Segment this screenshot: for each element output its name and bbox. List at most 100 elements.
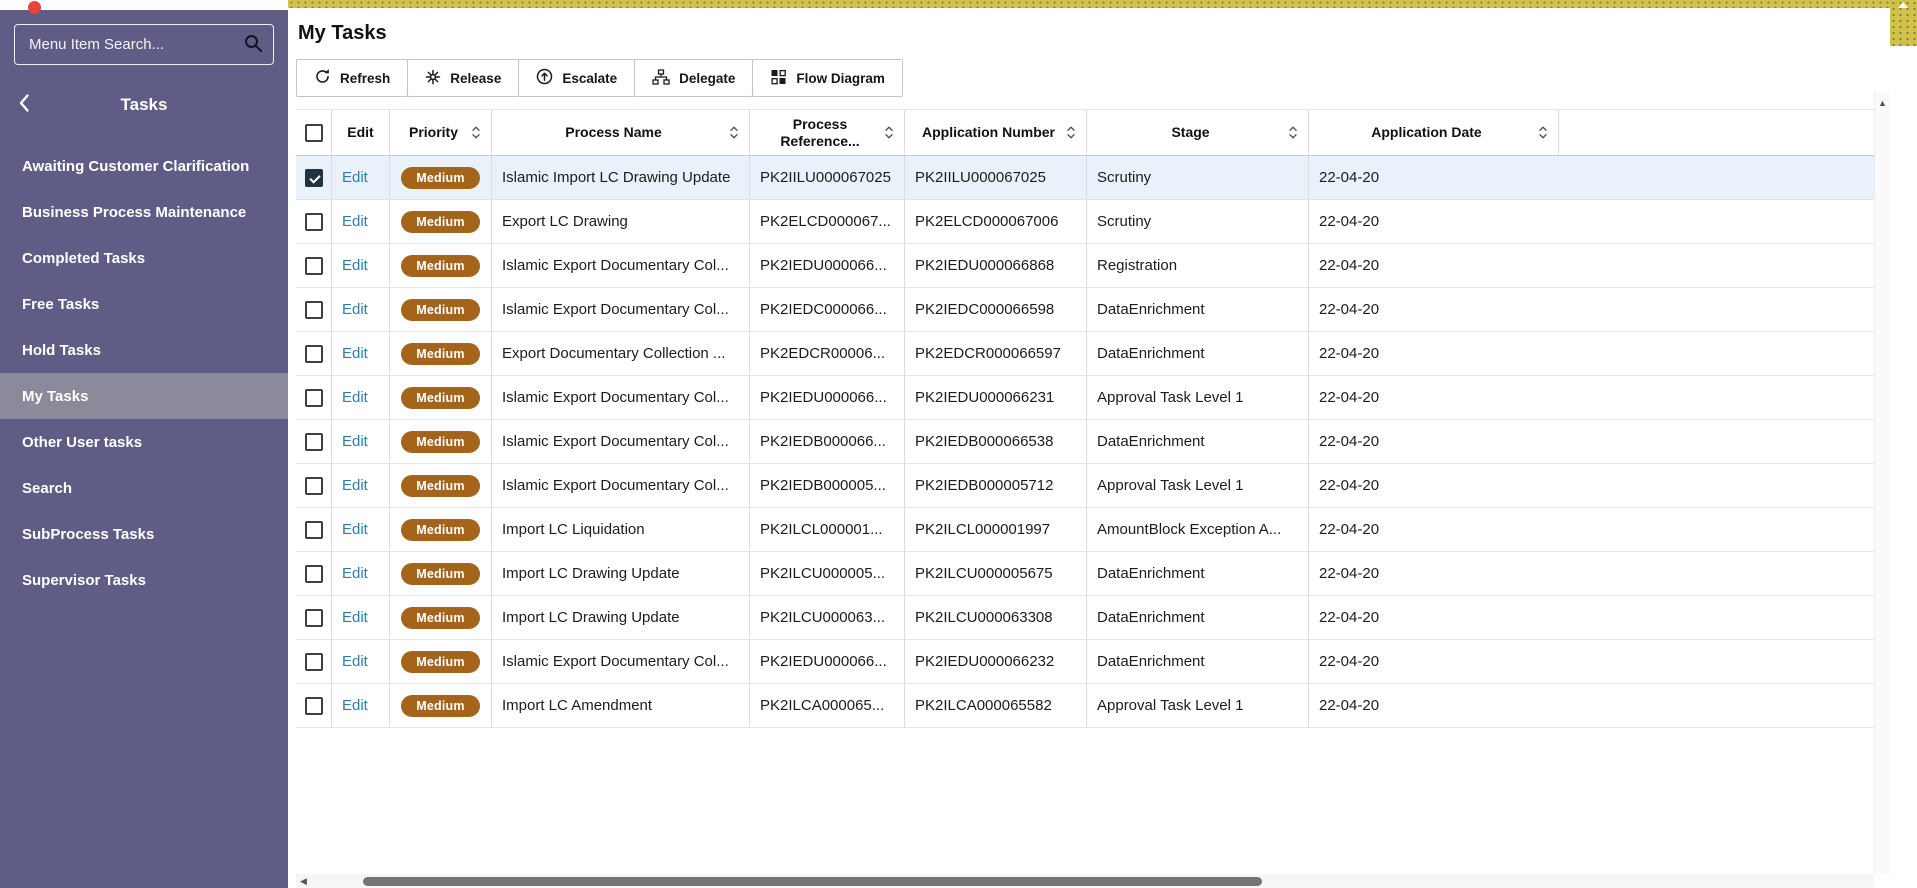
priority-column-header: Priority <box>390 110 492 155</box>
sidebar-item-subprocess-tasks[interactable]: SubProcess Tasks <box>0 511 288 557</box>
row-checkbox[interactable] <box>304 608 323 627</box>
sort-icon[interactable] <box>725 125 739 140</box>
scroll-up-arrow-icon[interactable]: ▲ <box>1875 92 1890 108</box>
row-checkbox[interactable] <box>304 212 323 231</box>
process-name-cell: Islamic Export Documentary Col... <box>492 244 750 287</box>
edit-link[interactable]: Edit <box>342 389 368 406</box>
edit-link[interactable]: Edit <box>342 521 368 538</box>
sidebar-item-my-tasks[interactable]: My Tasks <box>0 373 288 419</box>
escalate-button[interactable]: Escalate <box>518 59 636 97</box>
sidebar-item-search[interactable]: Search <box>0 465 288 511</box>
edit-link[interactable]: Edit <box>342 345 368 362</box>
refresh-button[interactable]: Refresh <box>296 59 409 97</box>
horizontal-scrollbar[interactable]: ◀ <box>296 874 1874 888</box>
row-filler <box>1559 420 1890 463</box>
priority-cell: Medium <box>390 332 492 375</box>
row-checkbox[interactable] <box>304 476 323 495</box>
chevron-left-icon <box>18 93 30 116</box>
flow-diagram-button[interactable]: Flow Diagram <box>752 59 903 97</box>
application-number-cell: PK2ILCU000005675 <box>905 552 1087 595</box>
sort-icon[interactable] <box>1534 125 1548 140</box>
edit-link[interactable]: Edit <box>342 565 368 582</box>
edit-link[interactable]: Edit <box>342 433 368 450</box>
scroll-top-caret-icon <box>1898 2 1908 8</box>
table-row: Edit Medium Import LC Liquidation PK2ILC… <box>296 508 1890 552</box>
sidebar-item-other-user-tasks[interactable]: Other User tasks <box>0 419 288 465</box>
application-number-cell: PK2ILCU000063308 <box>905 596 1087 639</box>
priority-cell: Medium <box>390 244 492 287</box>
row-checkbox[interactable] <box>304 256 323 275</box>
row-checkbox[interactable] <box>304 564 323 583</box>
edit-link[interactable]: Edit <box>342 213 368 230</box>
horizontal-scrollbar-thumb[interactable] <box>362 876 1263 886</box>
sort-icon[interactable] <box>1062 125 1076 140</box>
table-row: Edit Medium Import LC Drawing Update PK2… <box>296 596 1890 640</box>
row-checkbox[interactable] <box>304 300 323 319</box>
row-checkbox[interactable] <box>304 388 323 407</box>
release-button[interactable]: Release <box>407 59 520 97</box>
sidebar-item-awaiting-customer-clarification[interactable]: Awaiting Customer Clarification <box>0 143 288 189</box>
stage-cell: Approval Task Level 1 <box>1087 376 1309 419</box>
edit-link[interactable]: Edit <box>342 609 368 626</box>
row-checkbox[interactable] <box>304 432 323 451</box>
select-all-checkbox[interactable] <box>304 123 323 142</box>
edit-link[interactable]: Edit <box>342 257 368 274</box>
top-decorative-strip <box>288 0 1917 8</box>
edit-link[interactable]: Edit <box>342 653 368 670</box>
edit-link[interactable]: Edit <box>342 697 368 714</box>
process-name-cell: Islamic Export Documentary Col... <box>492 420 750 463</box>
delegate-label: Delegate <box>679 70 736 86</box>
table-row: Edit Medium Import LC Amendment PK2ILCA0… <box>296 684 1890 728</box>
row-filler <box>1559 640 1890 683</box>
row-select-cell <box>296 640 332 683</box>
row-checkbox[interactable] <box>304 696 323 715</box>
stage-cell: AmountBlock Exception A... <box>1087 508 1309 551</box>
priority-badge: Medium <box>401 474 480 497</box>
table-body: Edit Medium Islamic Import LC Drawing Up… <box>296 156 1890 728</box>
sidebar-menu: Awaiting Customer Clarification Business… <box>0 143 288 603</box>
row-checkbox[interactable] <box>304 652 323 671</box>
sort-icon[interactable] <box>1284 125 1298 140</box>
edit-link[interactable]: Edit <box>342 301 368 318</box>
row-checkbox[interactable] <box>304 168 323 187</box>
edit-link[interactable]: Edit <box>342 477 368 494</box>
menu-search-input[interactable] <box>29 36 243 53</box>
search-button[interactable] <box>243 33 263 56</box>
sidebar-item-completed-tasks[interactable]: Completed Tasks <box>0 235 288 281</box>
table-row: Edit Medium Export Documentary Collectio… <box>296 332 1890 376</box>
sidebar-item-label: My Tasks <box>22 387 89 405</box>
process-reference-cell: PK2IEDC000066... <box>750 288 905 331</box>
sort-icon[interactable] <box>467 125 481 140</box>
row-filler <box>1559 464 1890 507</box>
process-name-cell: Import LC Drawing Update <box>492 552 750 595</box>
application-date-cell: 22-04-20 <box>1319 169 1380 186</box>
application-date-cell: 22-04-20 <box>1319 345 1380 362</box>
sidebar-item-business-process-maintenance[interactable]: Business Process Maintenance <box>0 189 288 235</box>
sidebar-item-supervisor-tasks[interactable]: Supervisor Tasks <box>0 557 288 603</box>
process-reference-cell: PK2IEDU000066... <box>750 640 905 683</box>
application-date-cell: 22-04-20 <box>1319 433 1380 450</box>
back-button[interactable] <box>18 93 30 116</box>
vertical-scrollbar[interactable]: ▲ <box>1874 92 1890 874</box>
row-select-cell <box>296 508 332 551</box>
edit-link[interactable]: Edit <box>342 169 368 186</box>
priority-badge: Medium <box>401 562 480 585</box>
sidebar-item-free-tasks[interactable]: Free Tasks <box>0 281 288 327</box>
row-filler <box>1559 376 1890 419</box>
application-date-cell: 22-04-20 <box>1319 389 1380 406</box>
menu-search-box[interactable] <box>14 24 274 65</box>
delegate-button[interactable]: Delegate <box>634 59 754 97</box>
table-row: Edit Medium Export LC Drawing PK2ELCD000… <box>296 200 1890 244</box>
sidebar-item-label: Awaiting Customer Clarification <box>22 157 250 175</box>
scroll-left-arrow-icon[interactable]: ◀ <box>296 876 311 887</box>
process-name-cell: Export LC Drawing <box>492 200 750 243</box>
row-checkbox[interactable] <box>304 520 323 539</box>
main-content: My Tasks Refresh Release Escalate Delega… <box>288 8 1890 888</box>
sidebar: Tasks Awaiting Customer Clarification Bu… <box>0 10 288 888</box>
sidebar-item-hold-tasks[interactable]: Hold Tasks <box>0 327 288 373</box>
application-number-cell: PK2IEDB000005712 <box>905 464 1087 507</box>
sort-icon[interactable] <box>880 125 894 140</box>
row-checkbox[interactable] <box>304 344 323 363</box>
priority-cell: Medium <box>390 420 492 463</box>
sidebar-header: Tasks <box>0 79 288 131</box>
